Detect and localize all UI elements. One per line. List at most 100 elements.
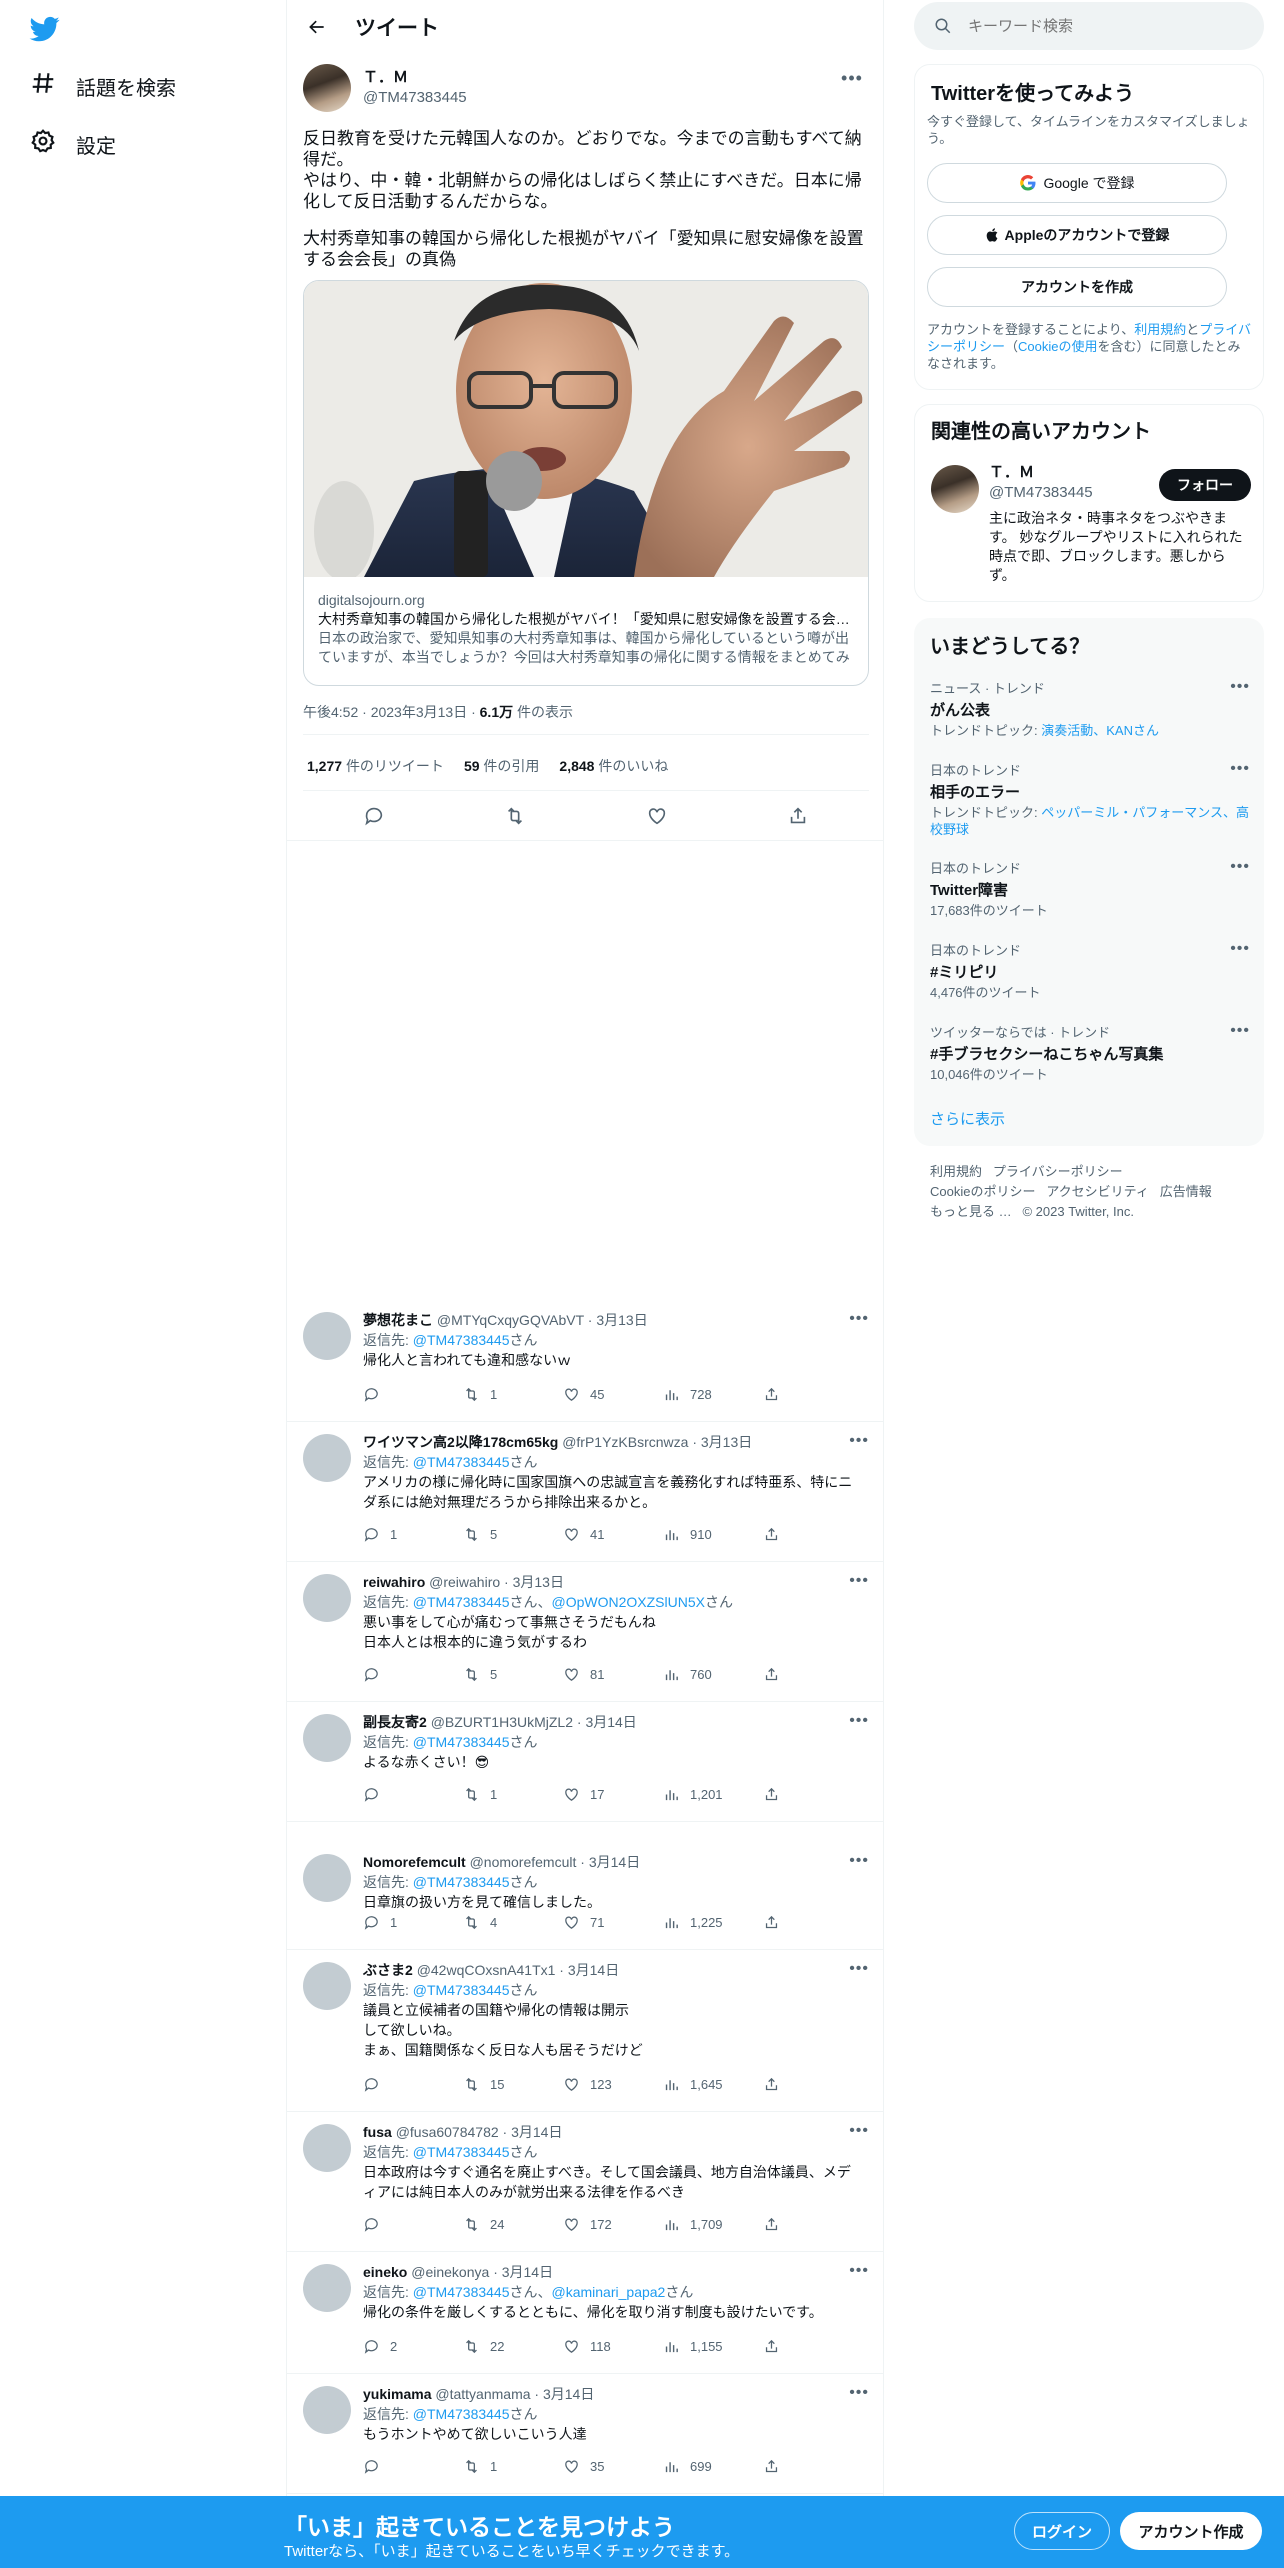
- avatar[interactable]: [303, 2264, 351, 2312]
- share-icon[interactable]: [763, 1666, 863, 1683]
- footer-terms[interactable]: 利用規約: [930, 1164, 982, 1179]
- reply-author-handle[interactable]: @42wqCOxsnA41Tx1: [417, 1962, 556, 1978]
- reply-tweet[interactable]: reiwahiro @reiwahiro · 3月13日 返信先: @TM4738…: [287, 1562, 883, 1702]
- reply-author-handle[interactable]: @einekonya: [411, 2264, 489, 2280]
- footer-privacy[interactable]: プライバシーポリシー: [993, 1164, 1123, 1179]
- share-icon[interactable]: [763, 2216, 863, 2233]
- trend-item[interactable]: ツイッターならでは · トレンド #手ブラセクシーねこちゃん写真集 10,046件の…: [930, 1022, 1250, 1083]
- share-icon[interactable]: [763, 1526, 863, 1543]
- views-icon[interactable]: 1,201: [663, 1786, 763, 1803]
- like-icon[interactable]: 71: [563, 1914, 663, 1931]
- more-options-icon[interactable]: •••: [849, 2262, 869, 2280]
- more-options-icon[interactable]: •••: [849, 1310, 869, 1328]
- avatar[interactable]: [303, 1434, 351, 1482]
- avatar[interactable]: [303, 1574, 351, 1622]
- views-icon[interactable]: 699: [663, 2458, 763, 2475]
- reply-date[interactable]: · 3月14日: [534, 2386, 594, 2402]
- retweet-icon[interactable]: [504, 805, 526, 832]
- trend-item[interactable]: 日本のトレンド 相手のエラー トレンドトピック: ペッパーミル・パフォーマンス、高校…: [930, 760, 1250, 838]
- reply-date[interactable]: · 3月13日: [692, 1434, 752, 1450]
- share-icon[interactable]: [763, 2338, 863, 2355]
- share-icon[interactable]: [763, 1386, 863, 1403]
- reply-date[interactable]: · 3月14日: [493, 2264, 553, 2280]
- footer-cookie[interactable]: Cookieのポリシー: [930, 1184, 1035, 1199]
- create-account-button[interactable]: アカウントを作成: [927, 267, 1227, 307]
- retweet-icon[interactable]: 24: [463, 2216, 563, 2233]
- reply-date[interactable]: · 3月13日: [588, 1312, 648, 1328]
- retweet-icon[interactable]: 22: [463, 2338, 563, 2355]
- more-options-icon[interactable]: •••: [1230, 1022, 1250, 1040]
- more-options-icon[interactable]: •••: [849, 1960, 869, 1978]
- reply-to-link[interactable]: @TM47383445: [413, 2406, 510, 2422]
- reply-tweet[interactable]: 夢想花まこ @MTYqCxqyGQVAbVT · 3月13日 返信先: @TM47…: [287, 1300, 883, 1422]
- reply-author-handle[interactable]: @MTYqCxqyGQVAbVT: [437, 1312, 584, 1328]
- more-options-icon[interactable]: •••: [1230, 940, 1250, 958]
- reply-icon[interactable]: [363, 1386, 463, 1403]
- reply-author-name[interactable]: yukimama: [363, 2386, 431, 2402]
- like-icon[interactable]: [646, 805, 668, 832]
- more-options-icon[interactable]: •••: [1230, 678, 1250, 696]
- reply-to-link[interactable]: @TM47383445: [413, 2144, 510, 2160]
- avatar[interactable]: [303, 2124, 351, 2172]
- more-options-icon[interactable]: •••: [1230, 858, 1250, 876]
- reply-author-name[interactable]: fusa: [363, 2124, 392, 2140]
- link-card[interactable]: digitalsojourn.org 大村秀章知事の韓国から帰化した根拠がヤバイ…: [303, 280, 869, 686]
- reply-author-handle[interactable]: @frP1YzKBsrcnwza: [562, 1434, 688, 1450]
- author-name[interactable]: Ｔ．Ｍ: [363, 68, 467, 88]
- like-icon[interactable]: 35: [563, 2458, 663, 2475]
- trend-topic-link[interactable]: 演奏活動、KANさん: [1041, 723, 1159, 738]
- author-handle[interactable]: @TM47383445: [363, 88, 467, 108]
- reply-to-link[interactable]: @TM47383445: [413, 1454, 510, 1470]
- retweet-icon[interactable]: 1: [463, 1786, 563, 1803]
- retweet-icon[interactable]: 4: [463, 1914, 563, 1931]
- reply-author-handle[interactable]: @fusa60784782: [396, 2124, 499, 2140]
- reply-to-link[interactable]: @TM47383445: [413, 1874, 510, 1890]
- reply-tweet[interactable]: 副長友寄2 @BZURT1H3UkMjZL2 · 3月14日 返信先: @TM47…: [287, 1702, 883, 1822]
- reply-icon[interactable]: 1: [363, 1526, 463, 1543]
- reply-tweet[interactable]: ぶさま2 @42wqCOxsnA41Tx1 · 3月14日 返信先: @TM473…: [287, 1950, 883, 2112]
- more-options-icon[interactable]: •••: [849, 1572, 869, 1590]
- reply-icon[interactable]: [363, 2076, 463, 2093]
- views-icon[interactable]: 1,155: [663, 2338, 763, 2355]
- reply-to-link[interactable]: @TM47383445: [413, 1594, 510, 1610]
- more-options-icon[interactable]: •••: [849, 1432, 869, 1450]
- nav-explore[interactable]: 話題を検索: [30, 70, 176, 102]
- reply-author-name[interactable]: 夢想花まこ: [363, 1312, 433, 1328]
- like-count[interactable]: 2,848 件のいいね: [559, 756, 668, 776]
- like-icon[interactable]: 123: [563, 2076, 663, 2093]
- tweet-time[interactable]: 午後4:52 · 2023年3月13日 ·: [303, 704, 480, 720]
- share-icon[interactable]: [787, 805, 809, 832]
- share-icon[interactable]: [763, 2458, 863, 2475]
- reply-author-handle[interactable]: @BZURT1H3UkMjZL2: [431, 1714, 573, 1730]
- more-options-icon[interactable]: •••: [849, 2384, 869, 2402]
- reply-to-link[interactable]: @kaminari_papa2: [552, 2284, 666, 2300]
- reply-author-name[interactable]: reiwahiro: [363, 1574, 425, 1590]
- twitter-logo-icon[interactable]: [28, 14, 62, 44]
- reply-tweet[interactable]: yukimama @tattyanmama · 3月14日 返信先: @TM473…: [287, 2374, 883, 2494]
- trend-name[interactable]: #手ブラセクシーねこちゃん写真集: [930, 1043, 1250, 1064]
- reply-icon[interactable]: [363, 2216, 463, 2233]
- reply-author-name[interactable]: 副長友寄2: [363, 1714, 427, 1730]
- related-name[interactable]: Ｔ．Ｍ: [989, 463, 1093, 483]
- more-options-icon[interactable]: •••: [849, 1852, 869, 1870]
- trend-name[interactable]: がん公表: [930, 699, 1250, 720]
- google-signup-button[interactable]: Google で登録: [927, 163, 1227, 203]
- retweet-icon[interactable]: 15: [463, 2076, 563, 2093]
- avatar[interactable]: [303, 1962, 351, 2010]
- trend-name[interactable]: 相手のエラー: [930, 781, 1250, 802]
- reply-to-link[interactable]: @OpWON2OXZSlUN5X: [552, 1594, 705, 1610]
- more-options-icon[interactable]: •••: [849, 1712, 869, 1730]
- reply-icon[interactable]: [363, 805, 385, 832]
- nav-settings[interactable]: 設定: [30, 128, 116, 160]
- trend-item[interactable]: 日本のトレンド Twitter障害 17,683件のツイート •••: [930, 858, 1250, 919]
- reply-author-name[interactable]: ぶさま2: [363, 1962, 413, 1978]
- trend-name[interactable]: Twitter障害: [930, 879, 1250, 900]
- like-icon[interactable]: 172: [563, 2216, 663, 2233]
- reply-date[interactable]: · 3月14日: [559, 1962, 619, 1978]
- reply-to-link[interactable]: @TM47383445: [413, 1982, 510, 1998]
- like-icon[interactable]: 45: [563, 1386, 663, 1403]
- like-icon[interactable]: 17: [563, 1786, 663, 1803]
- avatar[interactable]: [303, 1714, 351, 1762]
- trend-item[interactable]: ニュース · トレンド がん公表 トレンドトピック: 演奏活動、KANさん •••: [930, 678, 1250, 739]
- retweet-icon[interactable]: 1: [463, 2458, 563, 2475]
